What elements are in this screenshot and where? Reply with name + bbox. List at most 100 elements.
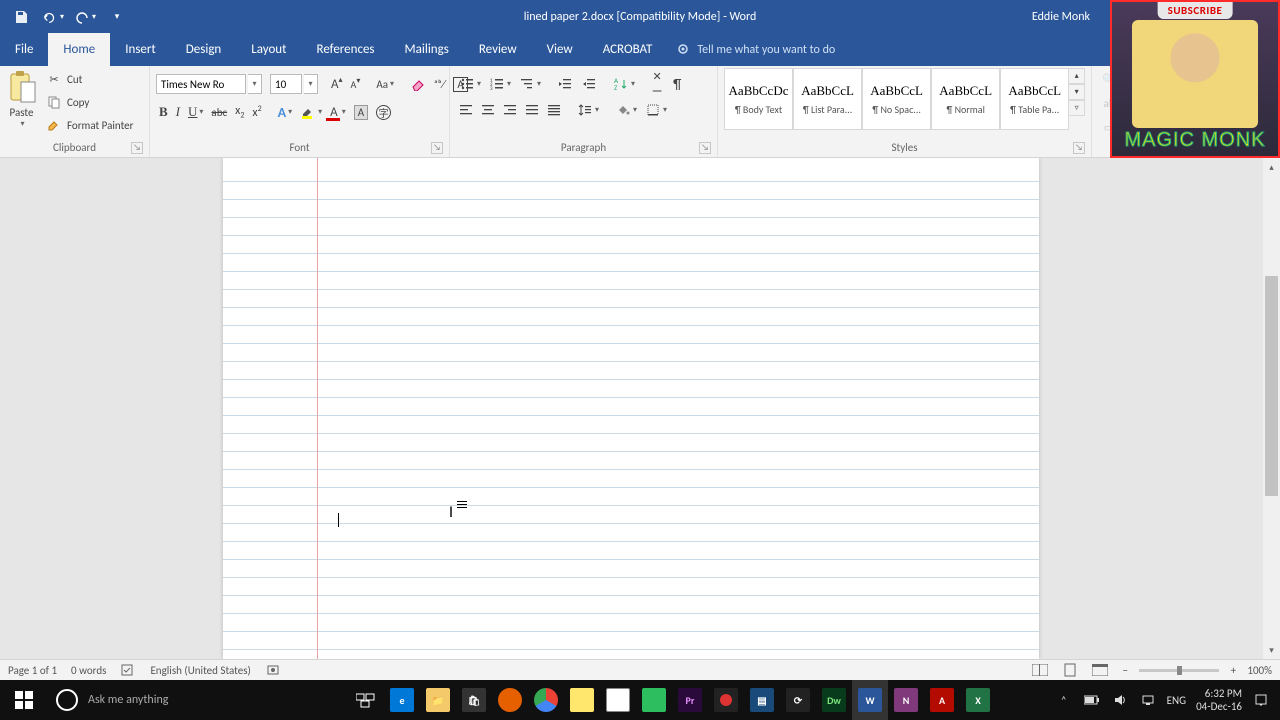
styles-scroll-down[interactable]: ▾ — [1069, 84, 1085, 100]
grow-font-button[interactable]: A▴ — [328, 75, 346, 94]
tab-layout[interactable]: Layout — [236, 33, 301, 66]
tell-me-search[interactable]: Tell me what you want to do — [667, 33, 845, 66]
qat-customize[interactable]: ▾ — [106, 6, 128, 28]
style-table-paragraph[interactable]: AaBbCcL¶ Table Pa... — [1000, 68, 1069, 130]
bullets-button[interactable]: ▾ — [456, 74, 484, 94]
status-page[interactable]: Page 1 of 1 — [8, 664, 57, 677]
tray-clock[interactable]: 6:32 PM 04-Dec-16 — [1196, 687, 1242, 713]
print-layout-button[interactable] — [1059, 662, 1081, 678]
align-right-button[interactable] — [500, 101, 520, 119]
task-view-button[interactable] — [348, 680, 384, 720]
line-spacing-button[interactable]: ▾ — [574, 100, 602, 120]
scroll-up-arrow[interactable]: ▴ — [1263, 158, 1280, 176]
app-edge[interactable]: e — [384, 680, 420, 720]
tray-network-icon[interactable] — [1139, 691, 1157, 709]
clipboard-launcher[interactable]: ↘ — [131, 142, 143, 154]
zoom-slider[interactable] — [1139, 669, 1219, 672]
app-acrobat[interactable]: A — [924, 680, 960, 720]
app-notepad[interactable] — [600, 680, 636, 720]
tab-insert[interactable]: Insert — [110, 33, 171, 66]
web-layout-button[interactable] — [1089, 662, 1111, 678]
user-name[interactable]: Eddie Monk — [1032, 10, 1090, 24]
tray-volume-icon[interactable] — [1111, 691, 1129, 709]
vertical-scrollbar[interactable]: ▴ ▾ — [1263, 158, 1280, 659]
phonetic-guide-button[interactable]: ᵃᵇ⁄ — [431, 76, 448, 93]
read-mode-button[interactable] — [1029, 662, 1051, 678]
save-button[interactable] — [10, 6, 32, 28]
borders-button[interactable]: ▾ — [642, 100, 670, 120]
distributed-button[interactable] — [544, 101, 564, 119]
tab-references[interactable]: References — [302, 33, 390, 66]
change-case-button[interactable]: Aa▾ — [373, 76, 397, 93]
status-language[interactable]: English (United States) — [150, 664, 250, 677]
font-launcher[interactable]: ↘ — [431, 142, 443, 154]
redo-button[interactable]: ▾ — [74, 6, 96, 28]
clear-formatting-button[interactable] — [407, 74, 429, 94]
app-obs[interactable]: ⟳ — [780, 680, 816, 720]
subscript-button[interactable]: x2 — [232, 102, 247, 122]
decrease-indent-button[interactable] — [554, 74, 576, 94]
undo-button[interactable]: ▾ — [42, 6, 64, 28]
shading-button[interactable]: ▾ — [612, 100, 640, 120]
zoom-level[interactable]: 100% — [1247, 664, 1272, 677]
styles-launcher[interactable]: ↘ — [1073, 142, 1085, 154]
align-left-button[interactable] — [456, 101, 476, 119]
font-color-button[interactable]: A▾ — [327, 103, 349, 122]
justify-button[interactable] — [522, 101, 542, 119]
tab-view[interactable]: View — [532, 33, 588, 66]
app-evernote[interactable] — [636, 680, 672, 720]
paste-button[interactable]: Paste ▾ — [6, 68, 37, 138]
spellcheck-icon[interactable] — [120, 662, 136, 678]
app-dreamweaver[interactable]: Dw — [816, 680, 852, 720]
style-no-spacing[interactable]: AaBbCcL¶ No Spac... — [862, 68, 931, 130]
copy-button[interactable]: Copy — [43, 91, 143, 113]
app-word[interactable]: W — [852, 680, 888, 720]
app-store[interactable]: 🛍 — [456, 680, 492, 720]
status-words[interactable]: 0 words — [71, 664, 106, 677]
character-shading-button[interactable]: A — [351, 103, 371, 122]
tab-mailings[interactable]: Mailings — [390, 33, 464, 66]
tab-design[interactable]: Design — [171, 33, 236, 66]
tab-acrobat[interactable]: ACROBAT — [588, 33, 668, 66]
zoom-in-button[interactable]: + — [1227, 664, 1239, 677]
highlight-button[interactable]: ▾ — [297, 102, 325, 122]
tab-file[interactable]: File — [0, 33, 48, 66]
bold-button[interactable]: B — [156, 102, 171, 122]
cortana-search[interactable]: Ask me anything — [48, 680, 348, 720]
app-onenote[interactable]: N — [888, 680, 924, 720]
app-sticky-notes[interactable] — [564, 680, 600, 720]
font-name-input[interactable] — [156, 74, 246, 94]
zoom-out-button[interactable]: − — [1119, 664, 1131, 677]
app-chrome[interactable] — [528, 680, 564, 720]
styles-scroll-up[interactable]: ▴ — [1069, 68, 1085, 84]
paragraph-launcher[interactable]: ↘ — [699, 142, 711, 154]
enclose-characters-button[interactable]: 字 — [373, 103, 394, 122]
shrink-font-button[interactable]: A▾ — [348, 76, 364, 93]
styles-more[interactable]: ▿ — [1069, 100, 1085, 116]
document-page[interactable]: I — [223, 158, 1039, 659]
format-painter-button[interactable]: Format Painter — [43, 114, 143, 136]
scroll-thumb[interactable] — [1265, 276, 1278, 496]
superscript-button[interactable]: x2 — [249, 102, 264, 122]
underline-button[interactable]: U▾ — [185, 102, 206, 122]
strikethrough-button[interactable]: abc — [208, 104, 230, 121]
text-effects-button[interactable]: A▾ — [275, 102, 296, 123]
style-list-paragraph[interactable]: AaBbCcL¶ List Para... — [793, 68, 862, 130]
align-center-button[interactable] — [478, 101, 498, 119]
tray-overflow[interactable]: ˄ — [1055, 691, 1073, 709]
style-body-text[interactable]: AaBbCcDc¶ Body Text — [724, 68, 793, 130]
font-size-dropdown[interactable]: ▾ — [304, 74, 318, 94]
app-terminal[interactable]: ▤ — [744, 680, 780, 720]
app-premiere[interactable]: Pr — [672, 680, 708, 720]
tab-home[interactable]: Home — [48, 33, 110, 66]
numbering-button[interactable]: 123▾ — [486, 74, 514, 94]
increase-indent-button[interactable] — [578, 74, 600, 94]
start-button[interactable] — [0, 680, 48, 720]
tray-notifications-icon[interactable] — [1252, 691, 1270, 709]
font-name-dropdown[interactable]: ▾ — [248, 74, 262, 94]
cut-button[interactable]: ✂Cut — [43, 68, 143, 90]
macro-record-icon[interactable] — [265, 662, 281, 678]
app-firefox[interactable] — [492, 680, 528, 720]
app-excel[interactable]: X — [960, 680, 996, 720]
show-marks-button[interactable]: ¶ — [670, 74, 684, 95]
